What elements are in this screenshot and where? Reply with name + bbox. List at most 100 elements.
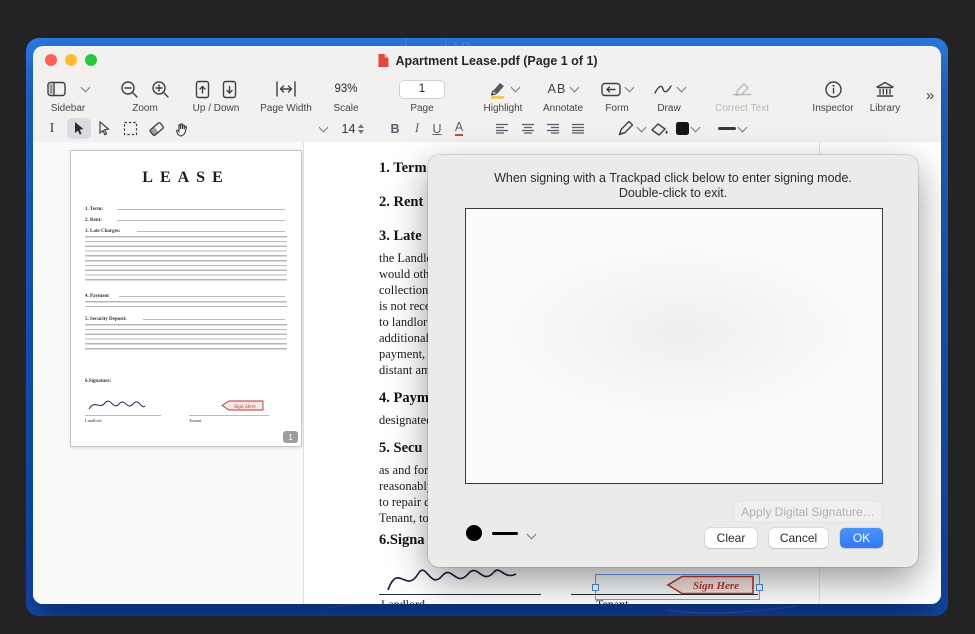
toolbar-overflow-button[interactable]: » <box>917 76 941 114</box>
selection-handle[interactable] <box>756 584 763 591</box>
doc-line: reasonably <box>379 478 433 494</box>
doc-line: to landlor <box>379 314 433 330</box>
font-size-value: 14 <box>342 122 356 136</box>
bold-glyph: B <box>390 122 399 136</box>
chevron-down-icon <box>677 83 687 93</box>
page-number-input[interactable]: 1 <box>399 80 445 99</box>
selection-handle[interactable] <box>592 584 599 591</box>
thumb-text-line <box>117 209 285 210</box>
page-up-icon[interactable] <box>195 80 210 99</box>
align-left-button[interactable] <box>491 116 513 141</box>
scale-control[interactable]: 93% Scale <box>323 76 369 114</box>
font-size-stepper[interactable]: 14 <box>335 116 371 141</box>
draw-icon <box>653 82 673 96</box>
signature-capture-area[interactable] <box>465 208 883 484</box>
highlight-label: Highlight <box>484 103 523 114</box>
pointer-tool-button[interactable] <box>67 118 91 139</box>
page-thumbnail[interactable]: LEASE 1. Term: 2. Rent: 3. Late Charges:… <box>70 150 302 447</box>
align-justify-button[interactable] <box>567 116 589 141</box>
doc-heading-payment: 4. Paym <box>379 390 429 407</box>
chevron-down-icon <box>738 122 748 132</box>
close-button[interactable] <box>45 54 57 66</box>
doc-heading-late: 3. Late <box>379 228 422 245</box>
sidebar-toggle[interactable]: Sidebar <box>39 76 97 114</box>
library-label: Library <box>870 103 901 114</box>
page-label: Page <box>410 103 433 114</box>
page-down-icon[interactable] <box>222 80 237 99</box>
correct-text-tool[interactable]: Correct Text <box>701 76 783 114</box>
apply-digital-signature-button[interactable]: Apply Digital Signature… <box>734 501 882 522</box>
doc-line: is not rece <box>379 298 433 314</box>
pdf-app-window: Apartment Lease.pdf (Page 1 of 1) Sideba… <box>33 46 941 604</box>
thumb-paragraph <box>85 324 287 350</box>
ok-button[interactable]: OK <box>840 528 883 548</box>
highlight-icon <box>488 80 507 99</box>
tenant-signature-line <box>571 594 758 595</box>
thumb-item: 3. Late Charges: <box>85 229 120 234</box>
fill-bucket-button[interactable] <box>647 116 669 141</box>
doc-line: the Landlo <box>379 250 433 266</box>
library-button[interactable]: Library <box>855 76 915 114</box>
annotate-tool[interactable]: AB Annotate <box>535 76 591 114</box>
page-width-icon <box>275 80 297 98</box>
clear-button[interactable]: Clear <box>705 528 757 548</box>
thumb-tenant-label: Tenant <box>189 418 201 423</box>
page-width-button[interactable]: Page Width <box>255 76 317 114</box>
chevron-down-icon[interactable] <box>527 530 537 540</box>
stroke-style-dropdown[interactable] <box>715 116 749 141</box>
thumb-sign-here-text: Sign Here <box>234 404 257 410</box>
cancel-button[interactable]: Cancel <box>769 528 828 548</box>
fullscreen-button[interactable] <box>85 54 97 66</box>
fill-color-swatch[interactable] <box>673 116 701 141</box>
align-justify-icon <box>571 123 585 134</box>
trackpad-signature-dialog: When signing with a Trackpad click below… <box>428 155 918 567</box>
thumb-item: 6.Signature: <box>85 379 111 384</box>
ink-pen-button[interactable] <box>617 116 645 141</box>
bold-button[interactable]: B <box>385 116 405 141</box>
zoom-out-icon[interactable] <box>120 80 139 99</box>
italic-glyph: I <box>415 121 419 136</box>
minimize-button[interactable] <box>65 54 77 66</box>
doc-line: payment, <box>379 346 433 362</box>
correct-text-icon <box>731 81 753 97</box>
doc-paragraph-payment: designated <box>379 412 432 428</box>
draw-tool[interactable]: Draw <box>645 76 693 114</box>
doc-line: designated <box>379 412 432 428</box>
doc-heading-term: 1. Term <box>379 160 427 177</box>
cursor-tool-button[interactable] <box>93 116 115 141</box>
doc-line: to repair d <box>379 494 433 510</box>
ink-color-well[interactable] <box>466 525 482 541</box>
zoom-in-icon[interactable] <box>151 80 170 99</box>
doc-line: as and for <box>379 462 433 478</box>
annotate-label: Annotate <box>543 103 583 114</box>
marquee-icon <box>123 121 138 136</box>
align-right-button[interactable] <box>542 116 564 141</box>
pen-icon <box>617 120 635 137</box>
scale-value: 93% <box>334 83 357 95</box>
align-right-icon <box>546 123 560 134</box>
chevron-down-icon <box>637 122 647 132</box>
window-title-area: Apartment Lease.pdf (Page 1 of 1) <box>376 53 597 68</box>
italic-button[interactable]: I <box>407 116 427 141</box>
thumb-paragraph <box>85 236 287 284</box>
thumb-signature-line <box>85 415 161 416</box>
highlight-tool[interactable]: Highlight <box>473 76 533 114</box>
text-style-dropdown[interactable] <box>316 116 330 141</box>
stroke-width-preview[interactable] <box>492 532 518 535</box>
align-left-icon <box>495 123 509 134</box>
form-tool[interactable]: Form <box>593 76 641 114</box>
overflow-chevrons-icon: » <box>926 87 934 104</box>
hand-tool-button[interactable] <box>171 116 193 141</box>
thumb-page-badge: 1 <box>283 431 298 443</box>
eraser-tool-button[interactable] <box>145 116 167 141</box>
hand-icon <box>174 121 190 137</box>
text-tool-button[interactable]: I <box>41 116 63 141</box>
align-center-button[interactable] <box>517 116 539 141</box>
underline-button[interactable]: U <box>427 116 447 141</box>
thumb-item: 5. Security Deposit: <box>85 317 127 322</box>
text-color-button[interactable]: A <box>449 116 469 141</box>
thumb-text-line <box>137 231 285 232</box>
thumb-signature-line <box>189 415 269 416</box>
sign-here-ribbon[interactable]: Sign Here <box>666 575 756 596</box>
select-marquee-button[interactable] <box>119 116 141 141</box>
